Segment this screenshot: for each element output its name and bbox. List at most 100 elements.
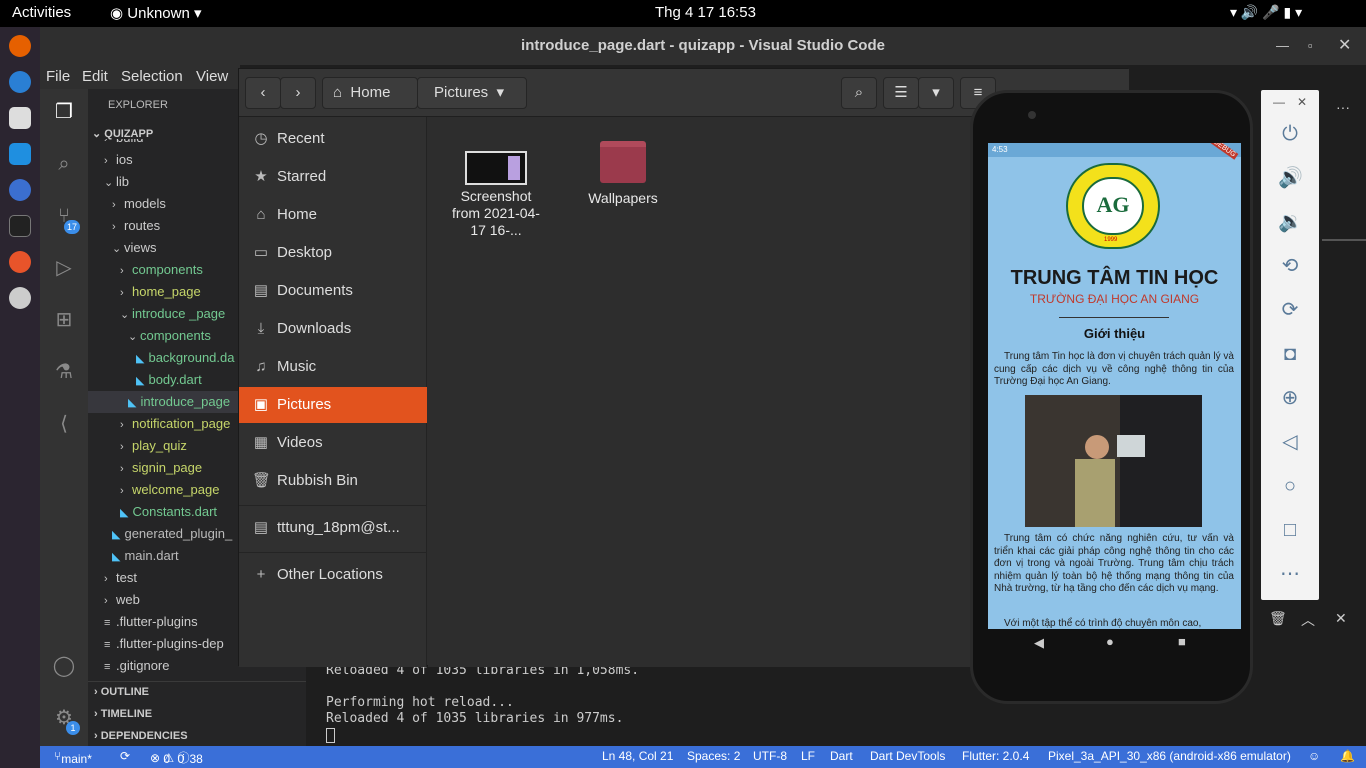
sidebar-item-rubbish-bin[interactable]: 🗑 Rubbish Bin [239,463,427,499]
screenshot-file[interactable]: Screenshot from 2021-04-17 16-... [451,151,541,239]
wallpapers-folder[interactable]: Wallpapers [578,141,668,207]
menu-view[interactable]: View [196,68,228,85]
rotate-right-icon[interactable]: ⟳ [1278,298,1302,322]
tree-item-label: test [116,570,137,585]
feedback-icon[interactable]: ☺ [1308,749,1320,763]
compass-icon[interactable] [9,251,31,273]
search-icon[interactable]: ⌕ [52,152,76,176]
phone-time: 4:53 [992,145,1008,154]
videos-icon: ▦ [253,434,269,451]
sync-icon[interactable]: ⟳ [120,749,130,763]
eol[interactable]: LF [801,749,815,763]
menu-file[interactable]: File [46,68,70,85]
account-icon[interactable]: ◯ [52,654,76,678]
emulator-close-icon[interactable]: ✕ [1297,95,1307,109]
thunderbird-icon[interactable] [9,71,31,93]
dart-devtools[interactable]: Dart DevTools [870,749,945,763]
sidebar-item-pictures[interactable]: ▣ Pictures [239,387,427,423]
language-mode[interactable]: Dart [830,749,853,763]
overview-icon[interactable]: □ [1278,518,1302,542]
explorer-icon[interactable]: ❐ [52,100,76,124]
vscode-icon[interactable] [9,143,31,165]
volume-up-icon[interactable]: 🔊 [1278,166,1303,190]
home-icon[interactable]: ○ [1278,474,1302,498]
outline-section[interactable]: › OUTLINE [94,686,149,698]
sidebar-item-tttung-18pm-st-[interactable]: ▤ tttung_18pm@st... [239,510,427,546]
sidebar-item-videos[interactable]: ▦ Videos [239,425,427,461]
back-button[interactable]: ‹ [245,77,281,109]
maximize-icon[interactable]: ▫ [1308,27,1313,65]
menu-selection[interactable]: Selection [121,68,183,85]
terminal-icon[interactable] [9,215,31,237]
file-icon: ≡ [104,639,111,651]
branch-status[interactable]: ⑂ main* [54,749,92,766]
dart-file-icon: ◣ [112,529,121,541]
sidebar-item-music[interactable]: ♫ Music [239,349,427,385]
search-button[interactable]: ⌕ [841,77,877,109]
sidebar-item-documents[interactable]: ▤ Documents [239,273,427,309]
sidebar-item-other-locations[interactable]: + Other Locations [239,557,427,593]
app-menu[interactable]: ◉ Unknown ▾ [110,4,202,22]
sidebar-item-starred[interactable]: ★ Starred [239,159,427,195]
nav-back-icon[interactable]: ◀ [1034,635,1044,651]
nav-home-icon[interactable]: ● [1106,634,1114,649]
clock[interactable]: Thg 4 17 16:53 [655,4,756,21]
sidebar-item-downloads[interactable]: ⤓ Downloads [239,311,427,347]
maximize-panel-icon[interactable]: ︿ [1301,610,1315,630]
volume-down-icon[interactable]: 🔉 [1278,210,1303,234]
sidebar-item-recent[interactable]: ◷ Recent [239,121,427,157]
explorer-title: EXPLORER [108,99,168,111]
timeline-section[interactable]: › TIMELINE [94,708,152,720]
downloads-icon: ⤓ [257,320,265,337]
list-view-button[interactable]: ☰ [883,77,919,109]
sidebar-item-label: Recent [277,130,325,147]
minimize-icon[interactable]: — [1276,27,1289,65]
notifications-icon[interactable]: 🔔 [1340,749,1355,763]
logo-monogram: AG [1082,177,1144,235]
activities-button[interactable]: Activities [12,4,71,21]
more-actions-icon[interactable]: ··· [1336,99,1350,115]
power-icon[interactable]: ⏻ [1278,122,1302,146]
device-selector[interactable]: Pixel_3a_API_30_x86 (android-x86 emulato… [1048,749,1291,763]
dependencies-section[interactable]: › DEPENDENCIES [94,730,188,742]
flutter-version[interactable]: Flutter: 2.0.4 [962,749,1029,763]
cursor-position[interactable]: Ln 48, Col 21 [602,749,673,763]
encoding[interactable]: UTF-8 [753,749,787,763]
more-icon[interactable]: ⋯ [1278,562,1302,586]
path-current-label: Pictures [434,84,489,101]
zoom-icon[interactable]: ⊕ [1278,386,1302,410]
dependencies-label: DEPENDENCIES [100,730,188,742]
forward-button[interactable]: › [280,77,316,109]
chevron-right-icon: › [120,463,124,475]
flutter-icon[interactable]: ⟨ [52,412,76,436]
nav-recents-icon[interactable]: ■ [1178,634,1186,649]
indentation[interactable]: Spaces: 2 [687,749,740,763]
chrome-icon[interactable] [9,179,31,201]
emulator-minimize-icon[interactable]: — [1273,95,1285,109]
testing-icon[interactable]: ⚗ [52,360,76,384]
phone-screen[interactable]: 4:53 DEBUG AG 1999 TRUNG TÂM TIN HỌC TRƯ… [988,143,1241,629]
chevron-right-icon: › [120,441,124,453]
terminal-cursor[interactable] [326,728,335,743]
menu-edit[interactable]: Edit [82,68,108,85]
close-panel-icon[interactable]: ✕ [1335,610,1347,627]
view-options-button[interactable]: ▾ [918,77,954,109]
extensions-icon[interactable]: ⊞ [52,308,76,332]
camera-icon[interactable]: ◘ [1278,342,1302,366]
trash-icon[interactable]: 🗑 [1269,610,1287,627]
problems-status[interactable]: ⊗ 0 ⚠ 0 ⓘ 38 [150,749,203,766]
run-debug-icon[interactable]: ▷ [52,256,76,280]
close-icon[interactable]: ✕ [1338,27,1351,65]
back-icon[interactable]: ◁ [1278,430,1302,454]
rotate-left-icon[interactable]: ⟲ [1278,254,1302,278]
system-tray-icons[interactable]: ▾ 🔊 🎤 ▮ ▾ [1230,4,1302,21]
settings-badge: 1 [66,721,80,735]
firefox-icon[interactable] [9,35,31,57]
sidebar-item-desktop[interactable]: ▭ Desktop [239,235,427,271]
sidebar-item-home[interactable]: ⌂ Home [239,197,427,233]
tree-item-label: signin_page [132,460,203,475]
emulator-icon[interactable] [9,287,31,309]
files-icon[interactable] [9,107,31,129]
path-home[interactable]: ⌂ Home [322,77,418,109]
path-pictures[interactable]: Pictures ▾ [417,77,527,109]
